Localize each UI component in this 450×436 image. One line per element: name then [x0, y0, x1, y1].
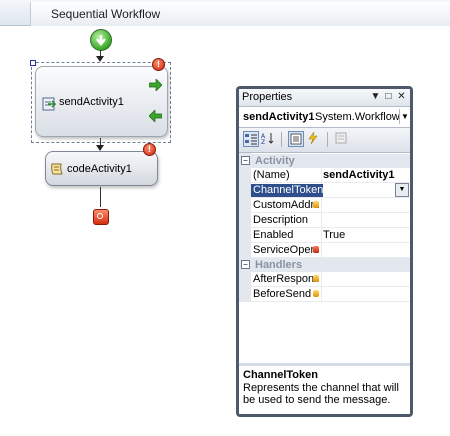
property-name: (Name) — [253, 169, 290, 181]
event-icon — [313, 290, 319, 297]
property-value[interactable] — [323, 199, 409, 212]
code-activity-label: codeActivity1 — [67, 163, 132, 175]
send-arrow-icon — [148, 78, 163, 94]
property-name: ChannelToken — [251, 184, 323, 197]
code-activity-icon — [50, 162, 64, 179]
properties-title: Properties — [242, 91, 293, 103]
property-value[interactable]: sendActivity1 — [323, 169, 409, 182]
error-icon — [313, 246, 319, 253]
description-text: Represents the channel that will be used… — [243, 382, 399, 406]
property-name: BeforeSend — [253, 288, 312, 300]
start-node-icon[interactable] — [90, 29, 112, 51]
object-name: sendActivity1 — [243, 111, 315, 123]
properties-view-button[interactable] — [288, 131, 304, 147]
category-activity[interactable]: − Activity — [239, 154, 410, 168]
grid-gutter — [239, 153, 251, 302]
receive-arrow-icon — [148, 109, 163, 125]
designer-header: Sequential Workflow — [0, 0, 450, 26]
property-row-name[interactable]: (Name) sendActivity1 — [251, 168, 410, 183]
toolbar-separator — [327, 132, 328, 147]
property-row-beforesend[interactable]: BeforeSend — [251, 287, 410, 302]
send-activity-icon — [42, 97, 57, 114]
property-name: CustomAddress — [253, 199, 319, 211]
property-row-afterresponse[interactable]: AfterResponse — [251, 272, 410, 287]
property-name: AfterResponse — [253, 273, 319, 285]
property-row-serviceoperationinfo[interactable]: ServiceOperationInfo — [251, 243, 410, 258]
end-node-icon[interactable] — [93, 209, 109, 225]
close-icon[interactable]: ✕ — [396, 91, 407, 102]
categorized-button[interactable] — [243, 131, 259, 147]
window-menu-icon[interactable]: ▼ — [370, 91, 381, 102]
connector-line — [100, 187, 101, 207]
property-value[interactable] — [323, 288, 409, 301]
property-value[interactable]: True — [323, 229, 409, 242]
property-pages-button[interactable] — [334, 131, 350, 147]
properties-toolbar: AZ — [239, 128, 410, 153]
send-activity-label: sendActivity1 — [59, 96, 124, 108]
chevron-down-icon[interactable]: ▼ — [399, 109, 410, 124]
selection-handle[interactable] — [30, 60, 36, 66]
svg-text:Z: Z — [261, 139, 265, 145]
error-badge-icon[interactable]: ! — [143, 143, 156, 156]
collapse-icon[interactable]: − — [241, 156, 250, 165]
alphabetical-button[interactable]: AZ — [261, 131, 277, 147]
events-lightning-icon[interactable] — [306, 131, 322, 147]
category-handlers[interactable]: − Handlers — [239, 258, 410, 272]
property-row-customaddress[interactable]: CustomAddress — [251, 198, 410, 213]
code-activity[interactable]: codeActivity1 — [45, 151, 158, 186]
property-grid: − Activity (Name) sendActivity1 ChannelT… — [239, 153, 410, 363]
warning-icon — [313, 201, 319, 208]
chevron-down-icon[interactable]: ▼ — [395, 183, 409, 197]
toolbar-separator — [281, 132, 282, 147]
property-row-enabled[interactable]: Enabled True — [251, 228, 410, 243]
object-type: System.Workflow.Activities.SendActivity — [315, 111, 399, 123]
properties-titlebar[interactable]: Properties ▼ □ ✕ — [239, 89, 410, 107]
workflow-title: Sequential Workflow — [51, 7, 161, 21]
category-label: Activity — [255, 155, 295, 167]
property-value[interactable] — [323, 273, 409, 286]
event-icon — [313, 275, 319, 282]
send-activity[interactable]: sendActivity1 — [35, 66, 168, 137]
property-value[interactable] — [323, 214, 409, 227]
designer-tab[interactable]: Sequential Workflow — [30, 2, 450, 26]
property-value[interactable] — [323, 244, 409, 257]
property-row-description[interactable]: Description — [251, 213, 410, 228]
description-panel: ChannelToken Represents the channel that… — [239, 363, 410, 414]
collapse-icon[interactable]: − — [241, 260, 250, 269]
description-title: ChannelToken — [243, 369, 318, 381]
property-row-channeltoken[interactable]: ChannelToken ▼ — [251, 183, 410, 198]
category-label: Handlers — [255, 259, 303, 271]
maximize-icon[interactable]: □ — [383, 91, 394, 102]
property-name: Enabled — [253, 229, 294, 241]
error-badge-icon[interactable]: ! — [152, 58, 165, 71]
property-name: Description — [253, 214, 309, 226]
object-selector[interactable]: sendActivity1 System.Workflow.Activities… — [239, 107, 410, 128]
properties-window: Properties ▼ □ ✕ sendActivity1 System.Wo… — [236, 86, 413, 417]
property-name: ServiceOperationInfo — [253, 244, 319, 256]
